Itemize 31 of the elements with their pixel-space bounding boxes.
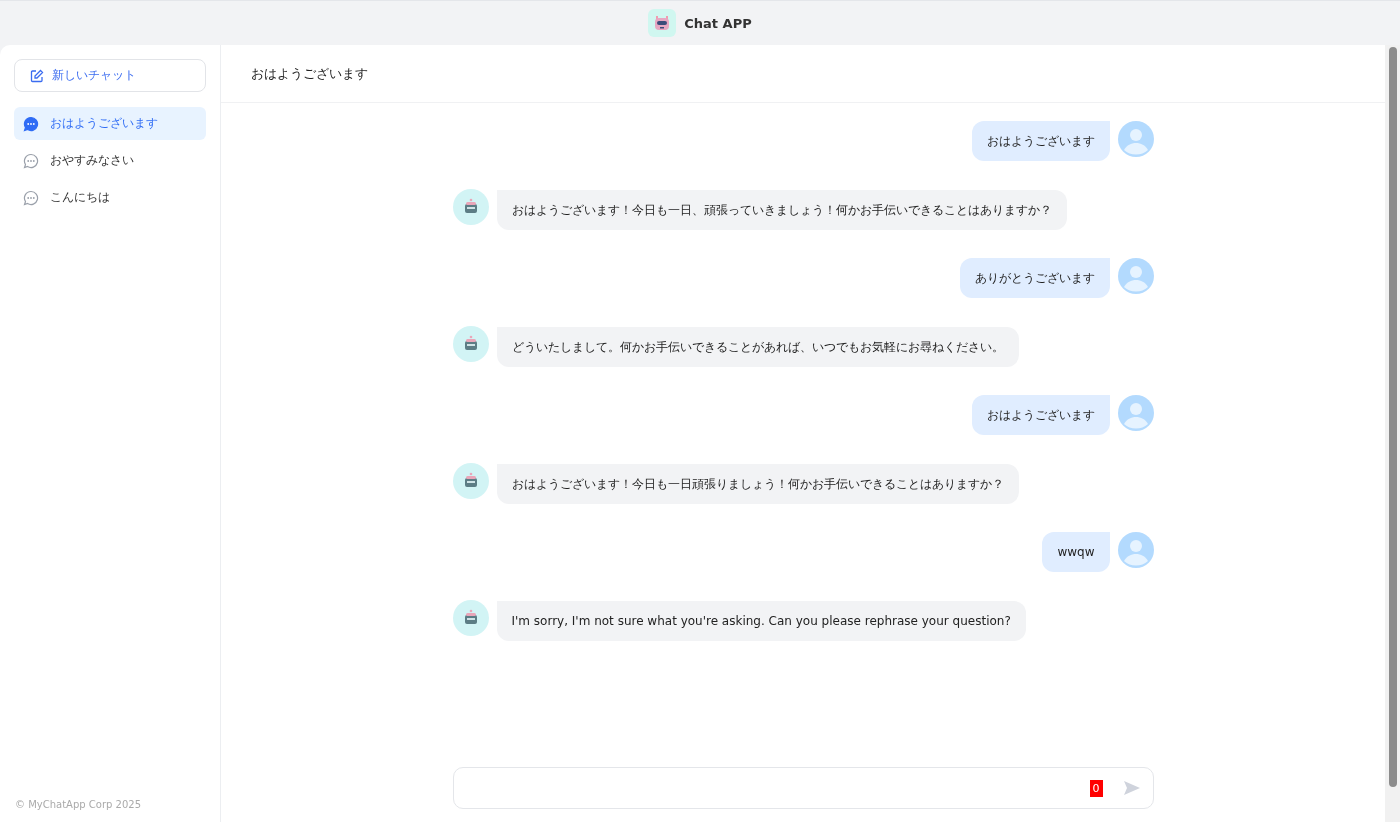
edit-icon: [30, 68, 44, 83]
chat-list-item[interactable]: こんにちは: [14, 181, 206, 214]
bot-message: どういたしまして。何かお手伝いできることがあれば、いつでもお気軽にお尋ねください。: [496, 327, 1019, 367]
robot-logo-icon: [648, 9, 677, 37]
chat-bubble-icon: [23, 115, 39, 132]
copyright-text: © MyChatApp Corp 2025: [14, 799, 142, 810]
user-message: wwqw: [1042, 532, 1110, 572]
chat-list-item[interactable]: おやすみなさい: [14, 144, 206, 177]
message-input-field[interactable]: 0: [452, 767, 1154, 809]
bot-message: おはようございます！今日も一日頑張りましょう！何かお手伝いできることはありますか？: [496, 464, 1019, 504]
user-avatar-icon: [1117, 532, 1154, 568]
chat-title: おはようございます: [251, 64, 368, 83]
user-message: おはようございます: [971, 121, 1110, 161]
chat-bubble-icon: [23, 189, 39, 206]
chat-bubble-icon: [23, 152, 39, 169]
new-chat-button[interactable]: 新しいチャット: [14, 59, 206, 92]
bot-message: I'm sorry, I'm not sure what you're asking. Can you please rephrase your question?: [496, 601, 1026, 641]
user-avatar-icon: [1117, 395, 1154, 431]
bot-avatar-icon: [452, 600, 489, 636]
bot-avatar-icon: [452, 463, 489, 499]
user-avatar-icon: [1117, 121, 1154, 157]
chat-list-item[interactable]: おはようございます: [14, 107, 206, 140]
send-icon[interactable]: [1122, 780, 1141, 796]
bot-avatar-icon: [452, 326, 489, 362]
character-counter: 0: [1089, 779, 1103, 797]
bot-message: おはようございます！今日も一日、頑張っていきましょう！何かお手伝いできることはありますか？: [496, 190, 1067, 230]
bot-avatar-icon: [452, 189, 489, 225]
user-message: ありがとうございます: [959, 258, 1110, 298]
user-message: おはようございます: [971, 395, 1110, 435]
app-title: Chat APP: [684, 15, 752, 31]
user-avatar-icon: [1117, 258, 1154, 294]
